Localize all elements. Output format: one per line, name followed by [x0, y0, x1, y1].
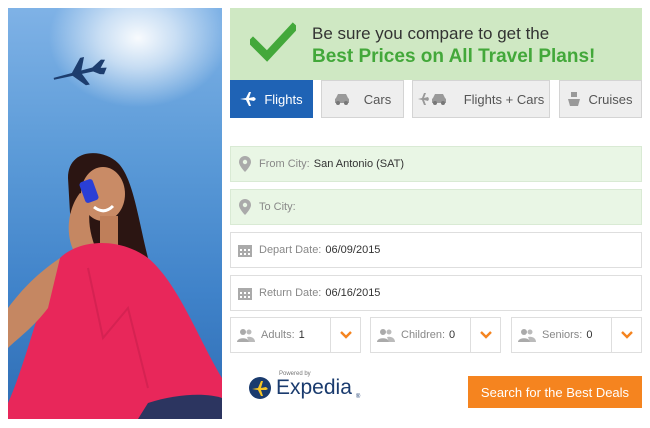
seniors-select[interactable]: Seniors: 0: [511, 317, 642, 353]
tab-flights-label: Flights: [264, 91, 303, 107]
chevron-down-icon[interactable]: [470, 318, 500, 352]
return-date-field[interactable]: Return Date: 06/16/2015: [230, 275, 642, 311]
search-deals-button[interactable]: Search for the Best Deals: [468, 376, 642, 408]
tab-cars[interactable]: Cars: [321, 80, 404, 118]
children-value: 0: [449, 329, 456, 341]
trademark-symbol: ®: [355, 394, 361, 400]
depart-date-label: Depart Date:: [259, 244, 322, 256]
to-city-field[interactable]: To City:: [230, 189, 642, 225]
banner-subheadline: Best Prices on All Travel Plans!: [312, 46, 596, 67]
airplane-car-icon: [417, 93, 446, 105]
tab-flights-cars-label: Flights + Cars: [463, 91, 545, 107]
return-date-label: Return Date:: [259, 287, 322, 299]
tab-cruises-label: Cruises: [588, 91, 633, 107]
people-icon: [371, 328, 401, 342]
tab-cruises[interactable]: Cruises: [559, 80, 642, 118]
people-icon: [231, 328, 261, 342]
hero-illustration: [8, 57, 222, 419]
depart-date-field[interactable]: Depart Date: 06/09/2015: [230, 232, 642, 268]
adults-value: 1: [298, 329, 305, 341]
hero-photo: [8, 8, 222, 419]
from-city-value: San Antonio (SAT): [313, 158, 405, 170]
woman-top: [8, 242, 222, 419]
from-city-label: From City:: [259, 158, 310, 170]
checkmark-icon: [250, 22, 296, 62]
airplane-silhouette: [53, 57, 107, 86]
banner-headline: Be sure you compare to get the: [312, 24, 550, 43]
seniors-value: 0: [586, 329, 593, 341]
car-icon: [334, 94, 349, 105]
people-icon: [512, 328, 542, 342]
calendar-icon: [231, 243, 259, 257]
chevron-down-icon[interactable]: [330, 318, 360, 352]
return-date-value: 06/16/2015: [325, 287, 381, 299]
travel-deals-widget: Be sure you compare to get the Best Pric…: [0, 0, 650, 428]
chevron-down-icon[interactable]: [611, 318, 641, 352]
adults-select[interactable]: Adults: 1: [230, 317, 361, 353]
promo-banner: Be sure you compare to get the Best Pric…: [230, 8, 642, 80]
adults-label: Adults:: [261, 329, 295, 341]
to-city-label: To City:: [259, 201, 296, 213]
airplane-icon: [240, 92, 257, 106]
expedia-globe-icon: [249, 377, 271, 399]
calendar-icon: [231, 286, 259, 300]
children-select[interactable]: Children: 0: [370, 317, 501, 353]
tab-flights-cars[interactable]: Flights + Cars: [412, 80, 550, 118]
tab-flights[interactable]: Flights: [230, 80, 313, 118]
map-pin-icon: [231, 156, 259, 172]
from-city-field[interactable]: From City: San Antonio (SAT): [230, 146, 642, 182]
expedia-logo: Expedia ®: [248, 376, 360, 400]
map-pin-icon: [231, 199, 259, 215]
seniors-label: Seniors:: [542, 329, 583, 341]
cruise-ship-icon: [568, 92, 581, 106]
tab-cars-label: Cars: [363, 91, 392, 107]
expedia-wordmark: Expedia: [276, 376, 352, 399]
depart-date-value: 06/09/2015: [325, 244, 381, 256]
children-label: Children:: [401, 329, 446, 341]
